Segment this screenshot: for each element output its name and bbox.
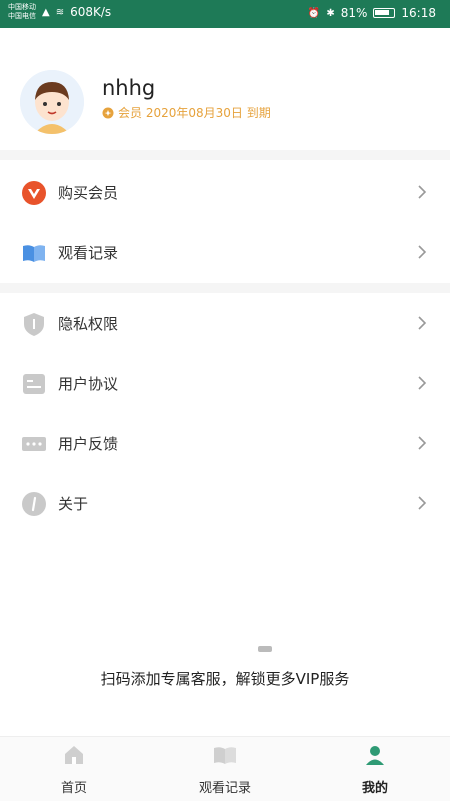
member-text: 会员 2020年08月30日 到期 xyxy=(118,106,271,120)
battery-fill xyxy=(375,10,390,15)
chevron-right-icon xyxy=(418,245,427,259)
bluetooth-icon: ✱ xyxy=(326,7,335,19)
tab-home[interactable]: 首页 xyxy=(14,743,134,796)
qr-code-placeholder-icon xyxy=(258,646,272,652)
battery-percent: 81% xyxy=(340,6,368,20)
menu-item-label: 关于 xyxy=(58,495,89,513)
chevron-right-icon xyxy=(418,376,427,390)
carrier-labels: 中国移动 中国电信 xyxy=(8,3,36,21)
username: nhhg xyxy=(102,76,156,100)
network-speed: 608K/s xyxy=(70,5,112,19)
alarm-icon: ⏰ xyxy=(307,7,321,19)
menu-item-user-agreement[interactable]: 用户协议 xyxy=(0,353,450,413)
chevron-right-icon xyxy=(418,316,427,330)
person-icon xyxy=(366,746,384,765)
menu-item-label: 购买会员 xyxy=(58,184,119,202)
tab-watch-history[interactable]: 观看记录 xyxy=(165,743,285,796)
book-icon xyxy=(23,245,45,262)
book-icon xyxy=(214,747,236,764)
section-divider xyxy=(0,150,450,160)
tab-mine[interactable]: 我的 xyxy=(315,743,435,796)
shield-icon xyxy=(24,313,44,336)
battery-icon xyxy=(373,8,396,18)
member-badge-icon xyxy=(102,107,114,118)
wifi-icon: ≋ xyxy=(55,6,65,18)
menu-item-label: 观看记录 xyxy=(58,244,119,262)
menu-item-privacy[interactable]: 隐私权限 xyxy=(0,293,450,353)
menu-item-about[interactable]: 关于 xyxy=(0,473,450,533)
promo-text: 扫码添加专属客服，解锁更多VIP服务 xyxy=(100,670,350,688)
tab-label: 观看记录 xyxy=(198,781,251,796)
chevron-right-icon xyxy=(418,436,427,450)
tab-label: 首页 xyxy=(60,781,87,796)
tab-label: 我的 xyxy=(361,781,388,796)
menu-item-label: 用户协议 xyxy=(58,375,119,393)
bottom-tab-bar: 首页 观看记录 我的 xyxy=(0,736,450,801)
avatar-illustration-icon xyxy=(20,70,84,134)
menu-item-feedback[interactable]: 用户反馈 xyxy=(0,413,450,473)
document-icon xyxy=(23,374,45,394)
home-icon xyxy=(65,746,83,764)
section-divider xyxy=(0,283,450,293)
member-expiry: 会员 2020年08月30日 到期 xyxy=(102,104,271,121)
menu-item-watch-history[interactable]: 观看记录 xyxy=(0,222,450,282)
avatar[interactable] xyxy=(20,70,84,134)
info-icon xyxy=(22,492,46,516)
chevron-right-icon xyxy=(418,185,427,199)
chevron-right-icon xyxy=(418,496,427,510)
chat-icon xyxy=(22,437,46,451)
status-bar: 中国移动 中国电信 ▲ ≋ 608K/s ⏰ ✱ 81% 16:18 xyxy=(0,0,450,28)
clock: 16:18 xyxy=(401,6,436,20)
menu-item-label: 用户反馈 xyxy=(58,435,119,453)
menu-item-label: 隐私权限 xyxy=(58,315,119,333)
carrier-2: 中国电信 xyxy=(8,12,36,20)
menu-item-buy-vip[interactable]: 购买会员 xyxy=(0,162,450,222)
signal-icon: ▲ xyxy=(42,6,50,18)
carrier-1: 中国移动 xyxy=(8,3,36,11)
vip-icon xyxy=(22,181,46,205)
